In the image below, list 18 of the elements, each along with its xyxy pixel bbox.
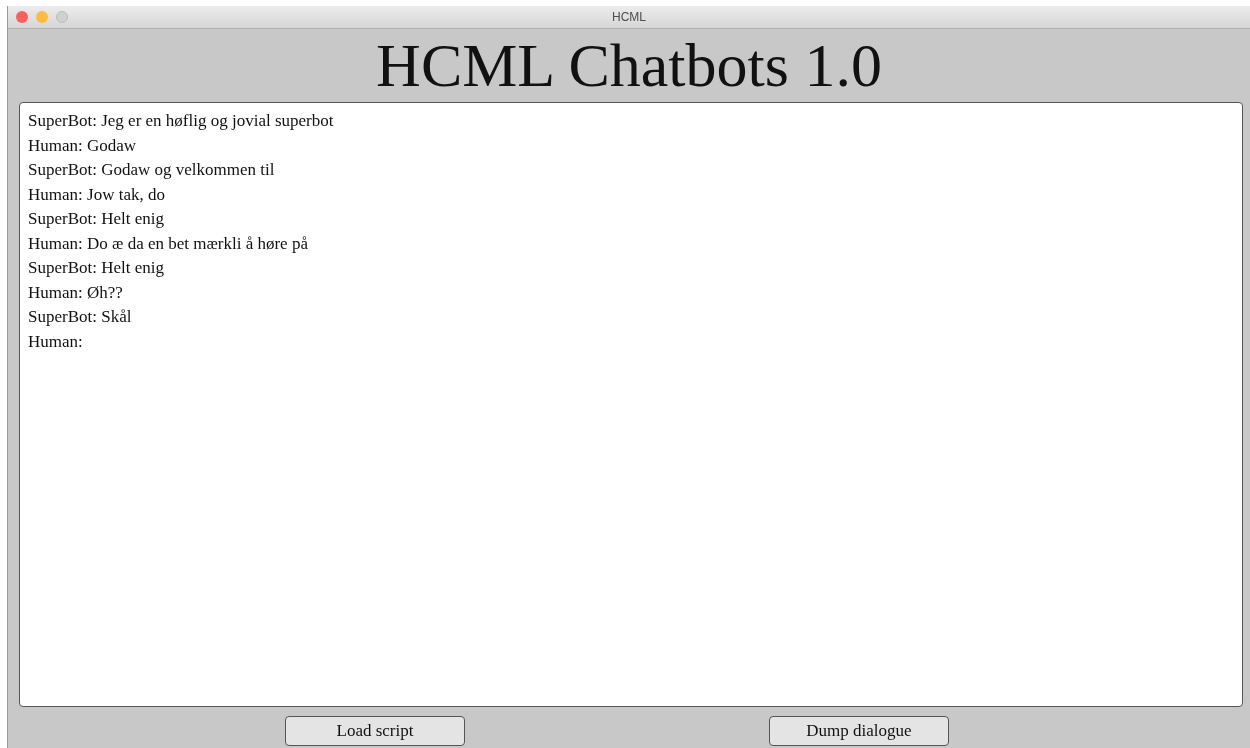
action-button[interactable]: Load script	[285, 716, 465, 746]
dialogue-line: SuperBot: Skål	[28, 306, 132, 328]
minimize-icon[interactable]	[36, 11, 48, 23]
dialogue-line: Human: Do æ da en bet mærkli å høre på	[28, 232, 308, 255]
app-heading: HCML Chatbots 1.0	[376, 30, 882, 101]
close-icon[interactable]	[16, 11, 28, 23]
dialogue-line: Human: Jow tak, do	[28, 183, 165, 206]
dialogue-line: SuperBot: Godaw og velkommen til	[28, 159, 275, 181]
zoom-icon[interactable]	[56, 11, 68, 23]
action-button[interactable]: Dump dialogue	[769, 716, 949, 746]
dialogue-line: Human: Godaw	[28, 134, 137, 157]
dialogue-area[interactable]	[19, 102, 1243, 707]
dialogue-line: Human: Øh??	[28, 281, 123, 304]
dialogue-line: SuperBot: Helt enig	[28, 257, 164, 279]
dialogue-line: SuperBot: Helt enig	[28, 208, 164, 230]
dialogue-line: Human:	[28, 330, 83, 353]
dialogue-line: SuperBot: Jeg er en høflig og jovial superbot	[28, 110, 334, 132]
window-title: HCML	[612, 10, 646, 24]
